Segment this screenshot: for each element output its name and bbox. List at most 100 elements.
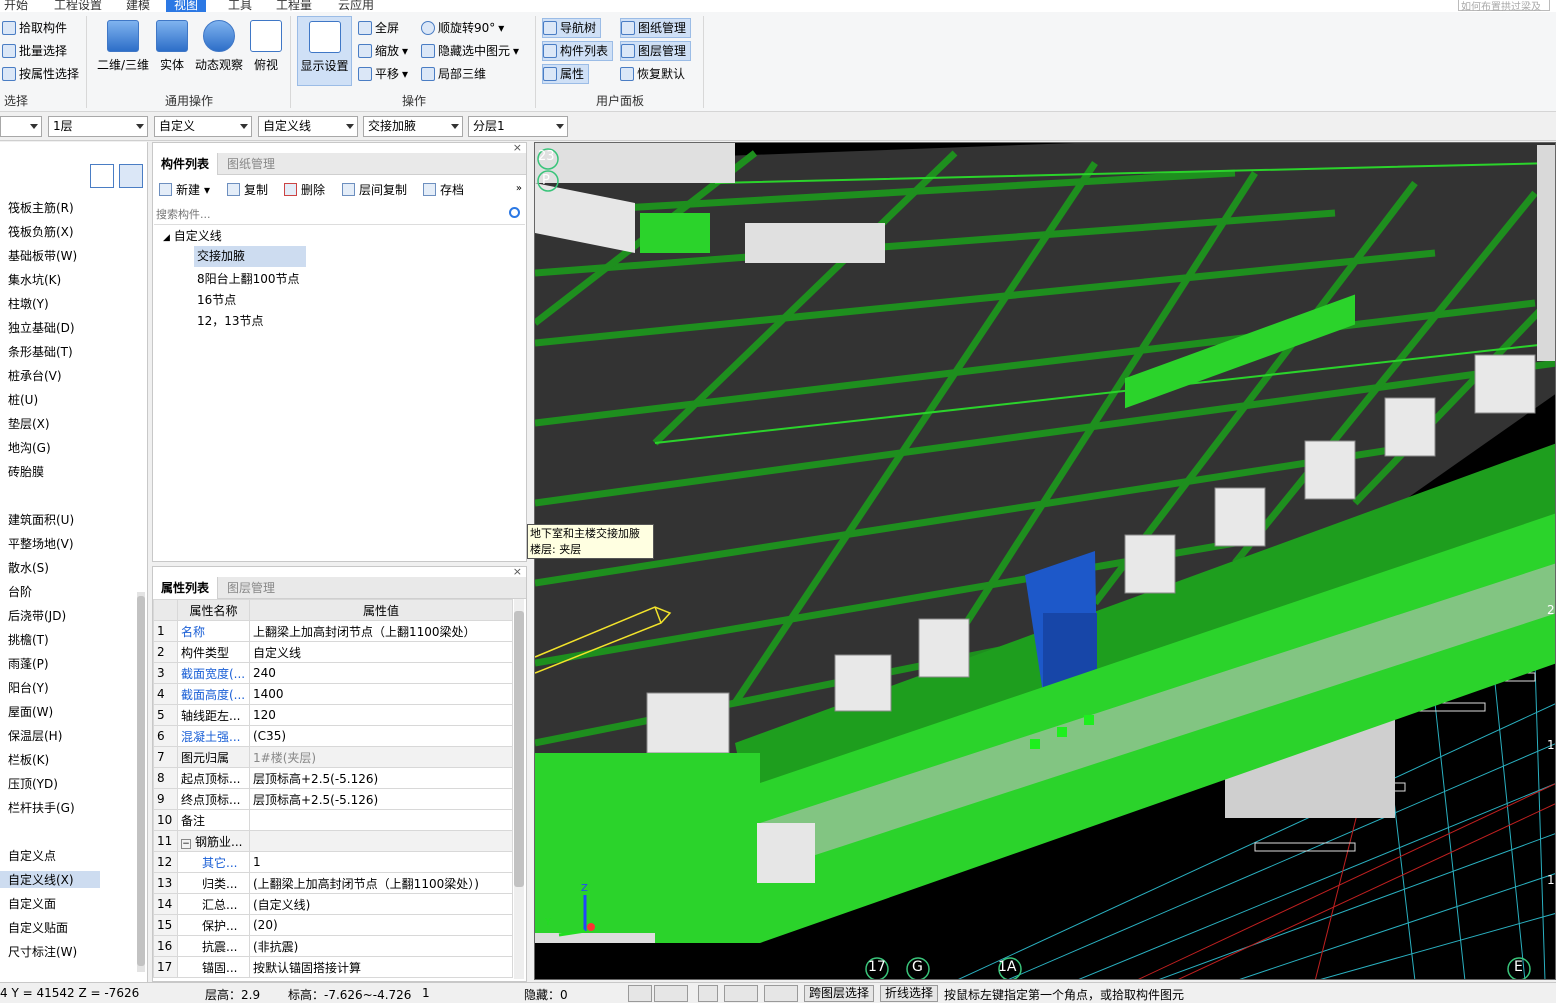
delete-button[interactable]: 删除 — [284, 181, 325, 198]
property-value[interactable]: 1 — [249, 851, 513, 873]
property-row[interactable]: 16 抗震... (非抗震) — [153, 935, 513, 957]
property-row[interactable]: 1 名称 上翻梁上加高封闭节点（上翻1100梁处） — [153, 620, 513, 642]
local-3d-button[interactable]: 局部三维 — [421, 64, 486, 84]
property-scrollbar[interactable] — [514, 599, 524, 979]
top-view-button[interactable]: 俯视 — [248, 20, 284, 73]
property-value[interactable]: 层顶标高+2.5(-5.126) — [249, 788, 513, 810]
properties-toggle[interactable]: 属性 — [542, 64, 590, 84]
sublayer-select[interactable]: 分层1 — [468, 116, 568, 137]
nav-item[interactable]: 雨蓬(P) — [8, 655, 49, 672]
close-icon[interactable]: × — [513, 567, 522, 578]
component-select[interactable]: 交接加腋 — [363, 116, 463, 137]
property-value[interactable] — [249, 809, 513, 831]
property-value[interactable]: 1400 — [249, 683, 513, 705]
type-select[interactable]: 自定义线 — [258, 116, 358, 137]
tab-layer-manager[interactable]: 图层管理 — [219, 577, 283, 599]
hide-selected-button[interactable]: 隐藏选中图元 ▾ — [421, 41, 519, 61]
menu-tab-quantity[interactable]: 工程量 — [276, 0, 312, 12]
nav-item[interactable]: 自定义贴面 — [8, 919, 68, 936]
orbit-button[interactable]: 动态观察 — [192, 20, 246, 73]
tree-item[interactable]: 8阳台上翻100节点 — [197, 270, 300, 287]
property-value[interactable]: (非抗震) — [249, 935, 513, 957]
property-value[interactable]: 层顶标高+2.5(-5.126) — [249, 767, 513, 789]
cross-layer-select-button[interactable]: 跨图层选择 — [804, 985, 875, 1002]
more-icon[interactable]: » — [516, 183, 522, 194]
property-row[interactable]: 12 其它... 1 — [153, 851, 513, 873]
menu-tab-start[interactable]: 开始 — [4, 0, 28, 12]
list-view-icon[interactable] — [90, 164, 114, 188]
nav-item[interactable]: 平整场地(V) — [8, 535, 74, 552]
property-value[interactable]: 240 — [249, 662, 513, 684]
building-select[interactable] — [0, 116, 42, 137]
fullscreen-button[interactable]: 全屏 — [358, 18, 399, 38]
search-icon[interactable] — [509, 207, 520, 218]
nav-item[interactable]: 保温层(H) — [8, 727, 62, 744]
category-select[interactable]: 自定义 — [154, 116, 252, 137]
grid-view-icon[interactable] — [119, 164, 143, 188]
nav-item[interactable]: 挑檐(T) — [8, 631, 49, 648]
pan-button[interactable]: 平移 ▾ — [358, 64, 408, 84]
property-row[interactable]: 9 终点顶标... 层顶标高+2.5(-5.126) — [153, 788, 513, 810]
property-row[interactable]: 14 汇总... (自定义线) — [153, 893, 513, 915]
nav-item[interactable]: 台阶 — [8, 583, 32, 600]
new-button[interactable]: 新建 ▾ — [159, 181, 210, 198]
property-value[interactable]: 自定义线 — [249, 641, 513, 663]
zoom-button[interactable]: 缩放 ▾ — [358, 41, 408, 61]
property-value[interactable]: (C35) — [249, 725, 513, 747]
rotate-90-button[interactable]: 顺旋转90° ▾ — [421, 18, 504, 38]
nav-item[interactable]: 柱墩(Y) — [8, 295, 49, 312]
property-value[interactable]: (20) — [249, 914, 513, 936]
floor-select[interactable]: 1层 — [48, 116, 148, 137]
nav-item[interactable]: 自定义面 — [8, 895, 56, 912]
nav-scrollbar[interactable] — [137, 592, 145, 972]
tab-property-list[interactable]: 属性列表 — [153, 577, 219, 599]
nav-item[interactable]: 压顶(YD) — [8, 775, 58, 792]
restore-default-button[interactable]: 恢复默认 — [620, 64, 685, 84]
nav-item[interactable]: 垫层(X) — [8, 415, 50, 432]
nav-item[interactable]: 尺寸标注(W) — [8, 943, 77, 960]
property-value[interactable]: 按默认锚固搭接计算 — [249, 956, 513, 978]
3d-viewport[interactable]: 23 P 17 G 1A E 2 1 1 Z Y — [534, 142, 1556, 980]
component-search-input[interactable] — [154, 205, 525, 225]
solid-button[interactable]: 实体 — [154, 20, 190, 73]
nav-item[interactable]: 独立基础(D) — [8, 319, 75, 336]
nav-item[interactable]: 筏板负筋(X) — [8, 223, 74, 240]
nav-item[interactable]: 屋面(W) — [8, 703, 53, 720]
tree-item[interactable]: 12，13节点 — [197, 312, 264, 329]
property-row[interactable]: 13 归类... (上翻梁上加高封闭节点（上翻1100梁处）) — [153, 872, 513, 894]
snap-add-button[interactable] — [764, 985, 798, 1002]
snap-cross-button[interactable] — [698, 985, 718, 1002]
property-value[interactable]: (上翻梁上加高封闭节点（上翻1100梁处）) — [249, 872, 513, 894]
2d-3d-button[interactable]: 二维/三维 — [94, 20, 152, 73]
3d-model-canvas[interactable] — [535, 143, 1556, 980]
snap-mode-button[interactable] — [654, 985, 688, 1002]
property-value[interactable]: 上翻梁上加高封闭节点（上翻1100梁处） — [249, 620, 513, 642]
nav-tree-toggle[interactable]: 导航树 — [542, 18, 602, 38]
nav-item[interactable]: 后浇带(JD) — [8, 607, 66, 624]
nav-item[interactable]: 条形基础(T) — [8, 343, 73, 360]
nav-item[interactable]: 散水(S) — [8, 559, 49, 576]
collapse-icon[interactable]: ◢ — [163, 233, 170, 243]
nav-item[interactable]: 桩承台(V) — [8, 367, 62, 384]
menu-tab-model[interactable]: 建模 — [126, 0, 150, 12]
nav-item[interactable]: 自定义线(X) — [0, 871, 100, 888]
property-row[interactable]: 15 保护... (20) — [153, 914, 513, 936]
layer-manager-toggle[interactable]: 图层管理 — [620, 41, 692, 61]
floor-copy-button[interactable]: 层间复制 — [342, 181, 407, 198]
nav-item[interactable]: 砖胎膜 — [8, 463, 44, 480]
nav-item[interactable]: 自定义点 — [8, 847, 56, 864]
property-row[interactable]: 10 备注 — [153, 809, 513, 831]
property-value[interactable]: 120 — [249, 704, 513, 726]
tree-item[interactable]: 16节点 — [197, 291, 236, 308]
property-value[interactable]: (自定义线) — [249, 893, 513, 915]
archive-button[interactable]: 存档 — [423, 181, 464, 198]
property-row[interactable]: 7 图元归属 1#楼(夹层) — [153, 746, 513, 768]
nav-item[interactable]: 桩(U) — [8, 391, 38, 408]
nav-item[interactable]: 地沟(G) — [8, 439, 51, 456]
nav-item[interactable]: 基础板带(W) — [8, 247, 77, 264]
nav-item[interactable]: 栏板(K) — [8, 751, 49, 768]
tab-component-list[interactable]: 构件列表 — [153, 153, 219, 175]
view-cube-strip[interactable] — [1537, 145, 1556, 361]
nav-item[interactable]: 阳台(Y) — [8, 679, 49, 696]
property-value[interactable] — [249, 830, 513, 852]
